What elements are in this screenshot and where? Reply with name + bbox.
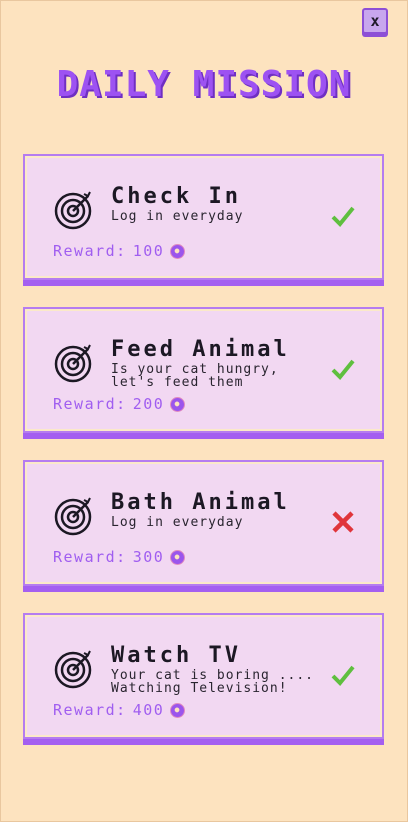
close-icon: x [370,11,380,30]
check-icon [331,665,355,686]
target-icon [54,191,92,230]
mission-title: Check In [111,184,241,209]
mission-reward: Reward: 400 ● [53,701,186,719]
paw-coin-icon: ● [170,396,186,412]
target-icon [54,650,92,689]
paw-coin-icon: ● [170,549,186,565]
check-icon [331,206,355,227]
mission-title: Bath Animal [111,490,290,515]
target-icon [54,497,92,536]
paw-coin-icon: ● [170,243,186,259]
mission-card-watch-tv[interactable]: Watch TV Your cat is boring .... Watchin… [23,613,384,739]
target-icon [54,344,92,383]
reward-label: Reward: [53,701,127,719]
reward-amount: 200 [132,395,165,413]
mission-description: Is your cat hungry, let's feed them [111,362,279,390]
mission-card-feed-animal[interactable]: Feed Animal Is your cat hungry, let's fe… [23,307,384,433]
mission-title: Watch TV [111,643,241,668]
reward-amount: 400 [132,701,165,719]
mission-title: Feed Animal [111,337,290,362]
page-title: DAILY MISSION [56,64,352,105]
mission-card-bath-animal[interactable]: Bath Animal Log in everyday Reward: 300 … [23,460,384,586]
mission-reward: Reward: 300 ● [53,548,186,566]
check-icon [331,359,355,380]
reward-label: Reward: [53,395,127,413]
reward-label: Reward: [53,242,127,260]
mission-reward: Reward: 200 ● [53,395,186,413]
mission-description: Log in everyday [111,515,244,530]
mission-description: Your cat is boring .... Watching Televis… [111,668,315,696]
mission-description: Log in everyday [111,209,244,224]
paw-coin-icon: ● [170,702,186,718]
reward-amount: 300 [132,548,165,566]
close-button[interactable]: x [362,8,388,34]
reward-amount: 100 [132,242,165,260]
mission-card-check-in[interactable]: Check In Log in everyday Reward: 100 ● [23,154,384,280]
cross-icon [332,511,354,533]
mission-reward: Reward: 100 ● [53,242,186,260]
reward-label: Reward: [53,548,127,566]
